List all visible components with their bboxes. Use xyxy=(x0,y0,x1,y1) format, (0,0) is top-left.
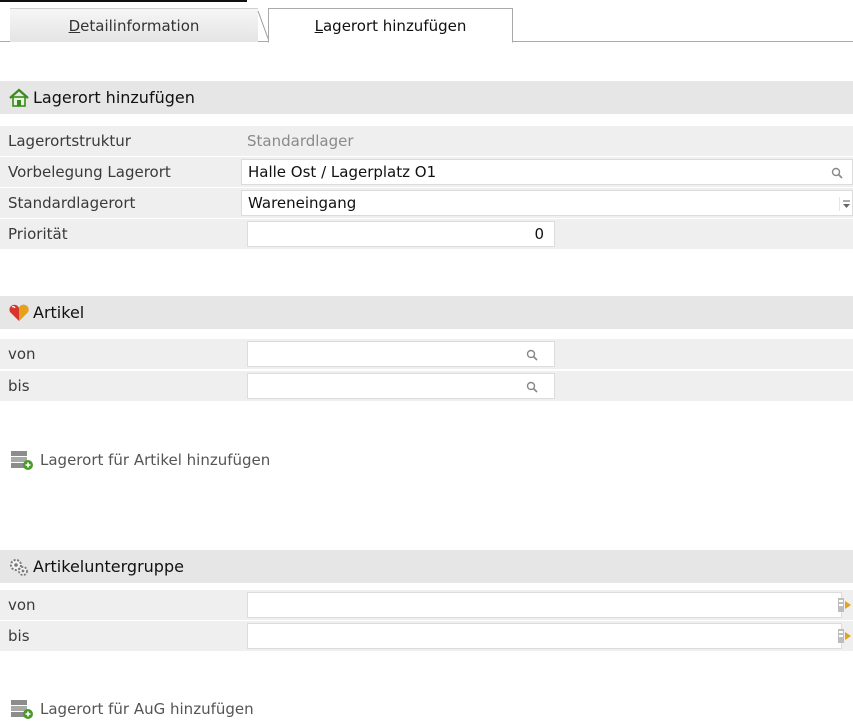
add-lagerort-artikel-button[interactable]: Lagerort für Artikel hinzufügen xyxy=(10,449,270,471)
search-icon[interactable] xyxy=(526,349,538,361)
section-header-artikeluntergruppe: Artikeluntergruppe xyxy=(0,550,853,583)
tab-lagerort-label: Lagerort hinzufügen xyxy=(314,16,467,35)
heart-icon xyxy=(8,302,30,324)
row-artikel-bis: bis xyxy=(0,371,853,401)
row-lagerortstruktur: Lagerortstruktur Standardlager xyxy=(0,126,853,156)
vorbelegung-value: Halle Ost / Lagerplatz O1 xyxy=(248,163,437,181)
add-lagerort-aug-label: Lagerort für AuG hinzufügen xyxy=(40,700,254,718)
tree-select-icon[interactable] xyxy=(838,597,853,613)
tab-detailinformation-label: Detailinformation xyxy=(68,16,200,35)
prioritaet-input[interactable]: 0 xyxy=(247,221,555,247)
vorbelegung-input[interactable]: Halle Ost / Lagerplatz O1 xyxy=(241,159,853,185)
tab-lagerort-hinzufuegen[interactable]: Lagerort hinzufügen xyxy=(268,8,513,43)
label-artikel-bis: bis xyxy=(8,377,30,395)
house-icon xyxy=(8,87,30,109)
add-storage-icon xyxy=(10,698,34,720)
gears-icon xyxy=(8,556,30,578)
row-aug-bis: bis xyxy=(0,621,853,651)
standardlagerort-value: Wareneingang xyxy=(248,194,357,212)
top-rule xyxy=(0,0,247,2)
label-vorbelegung: Vorbelegung Lagerort xyxy=(8,163,171,181)
search-icon[interactable] xyxy=(831,167,843,179)
label-aug-bis: bis xyxy=(8,627,30,645)
add-lagerort-artikel-label: Lagerort für Artikel hinzufügen xyxy=(40,451,271,469)
label-artikel-von: von xyxy=(8,345,36,363)
label-standardlagerort: Standardlagerort xyxy=(8,194,136,212)
row-artikel-von: von xyxy=(0,339,853,369)
artikel-bis-input[interactable] xyxy=(247,373,555,399)
tab-bar: Detailinformation Lagerort hinzufügen xyxy=(0,8,853,43)
section-title-artikel: Artikel xyxy=(33,303,85,322)
section-header-lagerort: Lagerort hinzufügen xyxy=(0,81,853,114)
aug-von-input[interactable] xyxy=(247,592,842,618)
value-lagerortstruktur: Standardlager xyxy=(247,132,354,150)
row-aug-von: von xyxy=(0,590,853,620)
prioritaet-value: 0 xyxy=(534,225,544,243)
label-aug-von: von xyxy=(8,596,36,614)
row-vorbelegung: Vorbelegung Lagerort Halle Ost / Lagerpl… xyxy=(0,157,853,187)
standardlagerort-select[interactable]: Wareneingang xyxy=(241,190,853,216)
search-icon[interactable] xyxy=(526,381,538,393)
tree-select-icon[interactable] xyxy=(838,628,853,644)
label-lagerortstruktur: Lagerortstruktur xyxy=(8,132,131,150)
label-prioritaet: Priorität xyxy=(8,225,68,243)
artikel-von-input[interactable] xyxy=(247,341,555,367)
add-lagerort-aug-button[interactable]: Lagerort für AuG hinzufügen xyxy=(10,698,254,720)
row-prioritaet: Priorität 0 xyxy=(0,219,853,249)
section-title-artikeluntergruppe: Artikeluntergruppe xyxy=(33,557,184,576)
tab-detailinformation[interactable]: Detailinformation xyxy=(10,8,258,42)
section-header-artikel: Artikel xyxy=(0,296,853,329)
section-title-lagerort: Lagerort hinzufügen xyxy=(33,88,195,107)
add-storage-icon xyxy=(10,449,34,471)
row-standardlagerort: Standardlagerort Wareneingang xyxy=(0,188,853,218)
aug-bis-input[interactable] xyxy=(247,623,842,649)
chevron-down-icon[interactable] xyxy=(839,197,851,211)
